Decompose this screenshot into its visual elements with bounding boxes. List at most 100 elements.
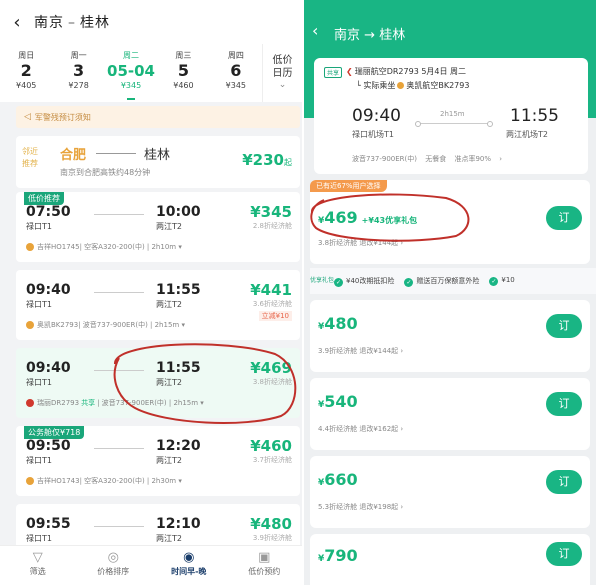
book-button[interactable]: 订 — [546, 314, 582, 338]
book-button[interactable]: 订 — [546, 470, 582, 494]
gift-pack-label: +¥43优享礼包 — [361, 216, 418, 225]
flight-meta: 奥凯BK2793 | 波音737-900ER(中) | 2h15m ▾ — [26, 320, 185, 330]
flight-card[interactable]: 09:40 禄口T1 11:55 两江T2 ¥469 3.8折经济舱 瑞丽DR2793 共享 |… — [16, 348, 300, 418]
fare-description[interactable]: 3.8折经济舱 退改¥144起 › — [318, 238, 403, 248]
fare-option-card: ¥660 5.3折经济舱 退改¥198起 › 订 — [310, 456, 590, 528]
date-tab[interactable]: 周三 5 ¥460 — [157, 44, 209, 102]
codeshare-label: 共享 — [81, 399, 96, 407]
date-day: 3 — [73, 61, 85, 80]
book-button[interactable]: 订 — [546, 392, 582, 416]
arrival-airport: 两江T2 — [156, 534, 182, 543]
date-weekday: 周四 — [227, 51, 244, 60]
fare-description[interactable]: 4.4折经济舱 退改¥162起 › — [318, 424, 403, 434]
fare-option-card: 已有近67%用户选择 ¥469 +¥43优享礼包 3.8折经济舱 退改¥144起 … — [310, 180, 590, 264]
departure-time: 09:55 — [26, 516, 71, 532]
date-price: ¥405 — [16, 81, 37, 90]
date-weekday: 周二 — [123, 51, 140, 60]
date-price: ¥345 — [120, 81, 142, 90]
filter-icon: ▽ — [32, 550, 43, 565]
airline-flight-no: 奥凯BK2793 — [37, 321, 79, 329]
departure-airport: 禄口机场T1 — [352, 130, 394, 139]
low-price-calendar-button[interactable]: 低价 日历 ⌄ — [262, 44, 302, 102]
date-day: 5 — [177, 61, 189, 80]
date-day: 2 — [20, 61, 32, 80]
tab-label: 时间早-晚 — [171, 567, 207, 576]
tab-price-alert[interactable]: ▣ 低价预约 — [227, 546, 303, 585]
route-line — [94, 448, 144, 449]
arrival-airport: 两江T2 — [156, 456, 182, 465]
date-price: ¥345 — [225, 81, 246, 90]
flight-card[interactable]: 公务舱仅¥718 09:50 禄口T1 12:20 两江T2 ¥460 3.7折经济舱 吉祥H… — [16, 426, 300, 496]
airline-logo-icon — [26, 243, 34, 251]
back-arrow-icon[interactable]: ‹ — [312, 21, 318, 40]
notice-bar[interactable]: ◁ 军警残预订须知 — [16, 106, 300, 128]
flight-card[interactable]: 09:40 禄口T1 11:55 两江T2 ¥441 3.6折经济舱 立减¥10 奥凯BK27… — [16, 270, 300, 340]
book-button[interactable]: 订 — [546, 542, 582, 566]
time-sort-icon: ◉ — [183, 550, 195, 565]
price-sort-icon: ◎ — [107, 550, 119, 565]
departure-time: 09:40 — [26, 360, 71, 376]
route-line — [96, 153, 136, 154]
book-button[interactable]: 订 — [546, 206, 582, 230]
origin-city: 南京 — [34, 15, 64, 31]
arrival-airport: 两江机场T2 — [506, 130, 548, 139]
arrival-time: 11:55 — [156, 360, 201, 376]
discount-label: 3.9折经济舱 — [252, 534, 292, 542]
flight-price: ¥460 — [250, 437, 292, 455]
tab-filter[interactable]: ▽ 筛选 — [0, 546, 76, 585]
arrival-time: 12:20 — [156, 438, 201, 454]
perks-label: 优享礼包 — [310, 277, 335, 284]
departure-airport: 禄口T1 — [26, 300, 52, 309]
discount-label: 3.6折经济舱 — [252, 300, 292, 308]
calendar-label: 日历 — [272, 68, 293, 79]
departure-airport: 禄口T1 — [26, 222, 52, 231]
arrival-airport: 两江T2 — [156, 222, 182, 231]
route-title: 南京 – 桂林 — [34, 12, 110, 32]
aircraft-details[interactable]: 波音737-900ER(中) 无餐食 准点率90% › — [352, 154, 502, 164]
departure-time: 09:50 — [26, 438, 71, 454]
low-price-label: 低价 — [272, 55, 293, 66]
arrival-time: 11:55 — [156, 282, 201, 298]
tab-label: 筛选 — [29, 567, 46, 576]
date-tab[interactable]: 周一 3 ¥278 — [52, 44, 104, 102]
flight-price: ¥469 — [250, 359, 292, 377]
airline-logo-icon: ❮ — [346, 67, 353, 76]
date-price: ¥278 — [68, 81, 89, 90]
date-weekday: 周三 — [175, 51, 192, 60]
aircraft-duration: | 波音737-900ER(中) | 2h15m ▾ — [78, 321, 185, 329]
date-selector: 周日 2 ¥405 周一 3 ¥278 周二 05-04 ¥345 周三 5 ¥… — [0, 44, 302, 102]
airline-logo-icon — [397, 82, 405, 89]
airline-flight-no: 吉祥HO1745 — [37, 243, 80, 251]
route-line — [94, 292, 144, 293]
tab-label: 低价预约 — [248, 567, 281, 576]
perk-item: ✓ 赠送百万保额意外险 — [404, 276, 480, 287]
perk-icon: ✓ — [489, 277, 499, 286]
flight-price: ¥441 — [250, 281, 292, 299]
departure-airport: 禄口T1 — [26, 456, 52, 465]
flight-duration: 2h15m — [440, 110, 465, 118]
arrival-time: 11:55 — [510, 106, 559, 126]
tab-price-sort[interactable]: ◎ 价格排序 — [76, 546, 152, 585]
fare-description[interactable]: 5.3折经济舱 退改¥198起 › — [318, 502, 403, 512]
back-arrow-icon[interactable]: ‹ — [0, 12, 34, 33]
tab-time-sort[interactable]: ◉ 时间早-晚 — [151, 546, 227, 585]
date-tab[interactable]: 周四 6 ¥345 — [210, 44, 262, 102]
nearby-recommend-card[interactable]: 邻近推荐 合肥 桂林 南京到合肥高铁约48分钟 ¥230起 — [16, 136, 300, 188]
departure-airport: 禄口T1 — [26, 378, 52, 387]
departure-time: 09:40 — [26, 282, 71, 298]
date-price: ¥460 — [173, 81, 194, 90]
departure-time: 09:40 — [352, 106, 401, 126]
arrival-airport: 两江T2 — [156, 300, 182, 309]
arrival-time: 12:10 — [156, 516, 201, 532]
perk-icon: ✓ — [334, 277, 343, 287]
date-tab-selected[interactable]: 周二 05-04 ¥345 — [105, 44, 157, 102]
flight-card[interactable]: 低价推荐 07:50 禄口T1 10:00 两江T2 ¥345 2.8折经济舱 吉祥HO174… — [16, 192, 300, 262]
detail-route-title: 南京 → 桂林 — [334, 28, 406, 43]
departure-airport: 禄口T1 — [26, 534, 52, 543]
popular-choice-tag: 已有近67%用户选择 — [310, 180, 387, 192]
perks-bar[interactable]: 优享礼包 ✓ ¥40改期抵扣险 ✓ 赠送百万保额意外险 ✓ ¥10 — [310, 268, 596, 294]
fare-price: ¥469 +¥43优享礼包 — [318, 208, 418, 227]
fare-description[interactable]: 3.9折经济舱 退改¥144起 › — [318, 346, 403, 356]
recommend-tag: 邻近推荐 — [22, 147, 38, 168]
date-tab[interactable]: 周日 2 ¥405 — [0, 44, 52, 102]
